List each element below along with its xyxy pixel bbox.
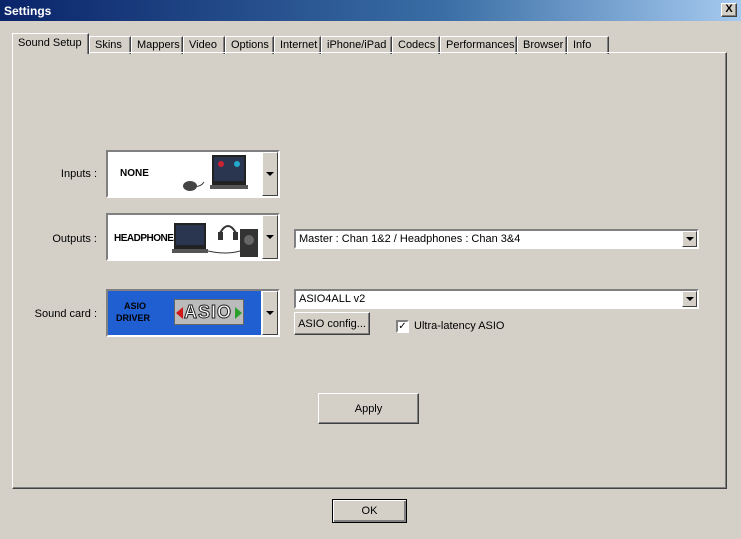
inputs-label: Inputs : bbox=[60, 168, 97, 180]
asio-device-select[interactable]: ASIO4ALL v2 bbox=[294, 289, 699, 309]
close-button[interactable]: X bbox=[721, 3, 737, 17]
output-routing-value: Master : Chan 1&2 / Headphones : Chan 3&… bbox=[299, 233, 521, 245]
outputs-label: Outputs : bbox=[52, 233, 97, 245]
soundcard-dropdown-button[interactable] bbox=[262, 291, 278, 335]
soundcard-picker[interactable]: ASIO DRIVER ASIO bbox=[106, 289, 280, 337]
laptop-headphones-speaker-icon bbox=[172, 223, 258, 257]
tab-sound-setup[interactable]: Sound Setup bbox=[12, 33, 89, 54]
checkmark-icon: ✓ bbox=[398, 321, 407, 332]
ok-button-label: OK bbox=[361, 505, 378, 517]
ultra-latency-label: Ultra-latency ASIO bbox=[414, 320, 505, 332]
output-routing-select[interactable]: Master : Chan 1&2 / Headphones : Chan 3&… bbox=[294, 229, 699, 249]
asio-config-button[interactable]: ASIO config... bbox=[294, 312, 370, 335]
window-title: Settings bbox=[4, 4, 52, 18]
arrow-right-icon bbox=[235, 307, 242, 319]
chevron-down-icon bbox=[266, 311, 274, 315]
chevron-down-icon bbox=[685, 297, 694, 301]
title-bar: Settings X bbox=[0, 0, 741, 22]
ultra-latency-checkbox[interactable]: ✓ bbox=[396, 320, 409, 333]
outputs-picker[interactable]: HEADPHONES bbox=[106, 213, 280, 261]
laptop-mouse-icon bbox=[183, 155, 248, 191]
inputs-dropdown-button[interactable] bbox=[262, 152, 278, 196]
asio-config-button-label: ASIO config... bbox=[298, 317, 366, 330]
asio-logo: ASIO bbox=[174, 299, 244, 325]
chevron-down-icon bbox=[685, 237, 694, 241]
outputs-image: HEADPHONES bbox=[108, 215, 261, 259]
soundcard-image: ASIO DRIVER ASIO bbox=[108, 291, 261, 335]
inputs-image: NONE bbox=[108, 152, 261, 196]
close-icon: X bbox=[725, 3, 733, 15]
outputs-dropdown-button[interactable] bbox=[262, 215, 278, 259]
inputs-picker[interactable]: NONE bbox=[106, 150, 280, 198]
asio-device-value: ASIO4ALL v2 bbox=[299, 293, 366, 305]
chevron-down-icon bbox=[266, 235, 274, 239]
asio-logo-text: ASIO bbox=[183, 302, 233, 323]
soundcard-value-line1: ASIO bbox=[124, 301, 147, 311]
asio-device-dropdown-button[interactable] bbox=[682, 291, 697, 307]
chevron-down-icon bbox=[266, 172, 274, 176]
apply-button[interactable]: Apply bbox=[318, 393, 419, 424]
ok-button[interactable]: OK bbox=[332, 499, 407, 523]
arrow-left-icon bbox=[176, 307, 183, 319]
output-routing-dropdown-button[interactable] bbox=[682, 231, 697, 247]
soundcard-value-line2: DRIVER bbox=[116, 313, 151, 323]
soundcard-label: Sound card : bbox=[34, 308, 97, 320]
apply-button-label: Apply bbox=[354, 402, 383, 415]
